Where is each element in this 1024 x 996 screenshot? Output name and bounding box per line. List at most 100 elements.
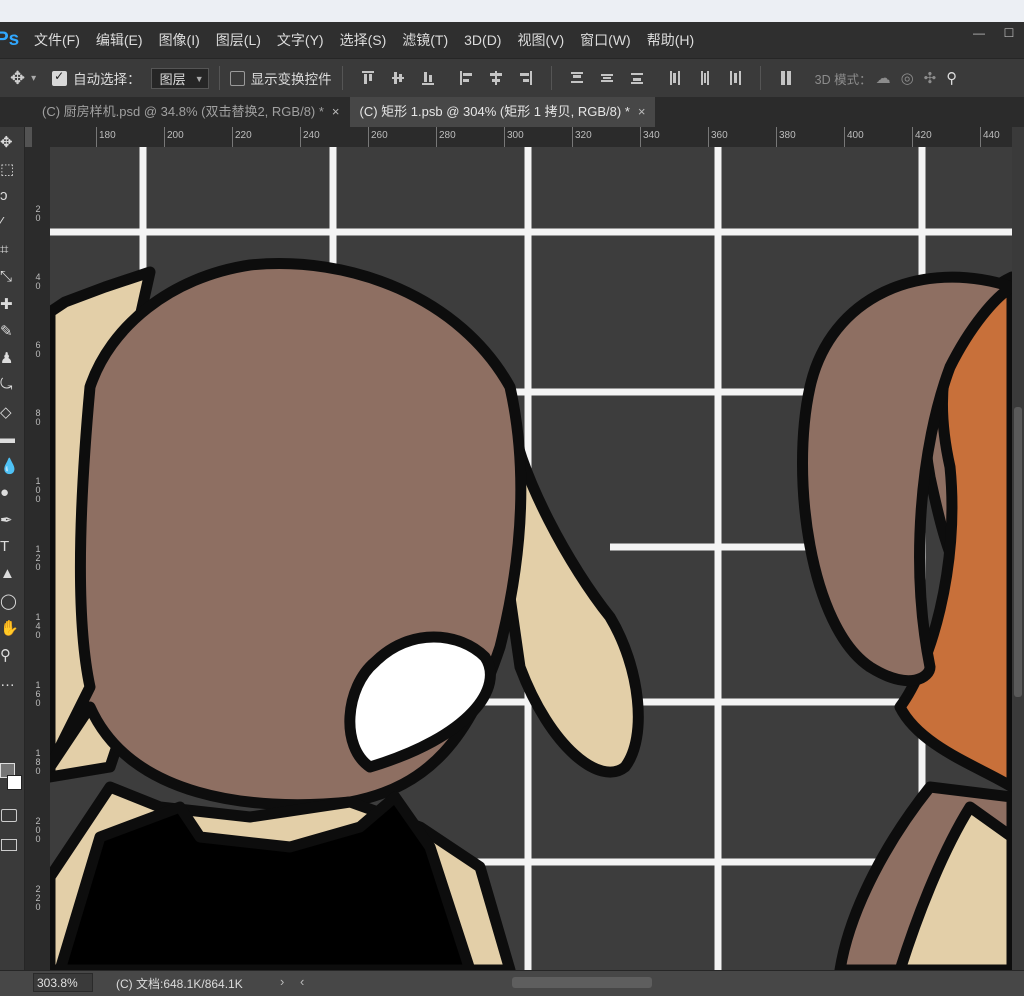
auto-select-target-value: 图层	[159, 71, 186, 87]
ruler-tick-label: 2 0	[35, 204, 41, 223]
photoshop-logo: Ps	[0, 29, 20, 50]
3d-pan-icon[interactable]: ✣	[924, 69, 937, 87]
marquee-tool[interactable]: ⬚	[0, 160, 24, 182]
menu-filter[interactable]: 滤镜(T)	[394, 30, 456, 50]
align-right-icon[interactable]	[519, 70, 533, 86]
ruler-tick-label: 220	[235, 130, 252, 141]
ruler-tick-label: 180	[99, 130, 116, 141]
more-tools[interactable]: …	[0, 673, 24, 695]
tool-preset-chevron-icon[interactable]: ▾	[31, 73, 36, 84]
tab-kitchen-mockup[interactable]: (C) 厨房样机.psd @ 34.8% (双击替换2, RGB/8) * ×	[32, 97, 350, 127]
screen-mode-icon[interactable]	[1, 839, 17, 851]
ruler-tick-label: 400	[847, 130, 864, 141]
ruler-tick-label: 240	[303, 130, 320, 141]
ruler-tick-label: 380	[779, 130, 796, 141]
menu-image[interactable]: 图像(I)	[151, 30, 208, 50]
right-character	[797, 271, 1012, 970]
menu-type[interactable]: 文字(Y)	[269, 30, 332, 50]
ruler-tick	[640, 127, 641, 147]
align-left-icon[interactable]	[459, 70, 473, 86]
lasso-tool[interactable]: ↄ	[0, 187, 24, 209]
path-select-tool[interactable]: ▲	[0, 565, 24, 587]
brush-tool[interactable]: ✎	[0, 322, 24, 344]
document-canvas[interactable]	[50, 147, 1012, 970]
ellipse-tool[interactable]: ◯	[0, 592, 24, 614]
distribute-hcenter-icon[interactable]	[698, 70, 712, 86]
ruler-tick	[232, 127, 233, 147]
ruler-tick	[368, 127, 369, 147]
toolbar-grip	[0, 97, 32, 127]
distribute-top-icon[interactable]	[570, 70, 584, 86]
auto-align-icon[interactable]	[779, 70, 793, 86]
tools-panel: ✥ ⬚ ↄ ⁄ ⌗ ⤡ ✚ ✎ ♟ ⤿ ◇ ▬ 💧 ● ✒ T ▲ ◯ ✋ ⚲ …	[0, 127, 25, 970]
search-icon[interactable]: ⚲	[946, 69, 957, 87]
type-tool[interactable]: T	[0, 538, 24, 560]
menu-file[interactable]: 文件(F)	[26, 30, 88, 50]
zoom-level-field[interactable]: 303.8%	[33, 973, 93, 992]
hand-tool[interactable]: ✋	[0, 619, 24, 641]
crop-tool[interactable]: ⌗	[0, 241, 24, 263]
3d-mode-label: 3D 模式：	[814, 72, 872, 87]
document-size-info[interactable]: (C) 文档:648.1K/864.1K	[116, 975, 243, 992]
chevron-right-icon[interactable]: ›	[280, 974, 284, 989]
show-transform-checkbox[interactable]	[229, 70, 245, 86]
gradient-tool[interactable]: ▬	[0, 430, 24, 452]
ruler-tick-label: 6 0	[35, 340, 41, 359]
menu-layer[interactable]: 图层(L)	[208, 30, 269, 50]
stamp-tool[interactable]: ♟	[0, 349, 24, 371]
dodge-tool[interactable]: ●	[0, 484, 24, 506]
move-tool-icon[interactable]: ✥	[10, 68, 25, 89]
eyedropper-tool[interactable]: ⤡	[0, 268, 24, 290]
history-brush-tool[interactable]: ⤿	[0, 376, 24, 398]
quick-select-tool[interactable]: ⁄	[0, 214, 24, 236]
zoom-tool[interactable]: ⚲	[0, 646, 24, 668]
align-hcenter-icon[interactable]	[489, 70, 503, 86]
ruler-tick	[164, 127, 165, 147]
menu-select[interactable]: 选择(S)	[332, 30, 395, 50]
divider	[218, 66, 220, 90]
align-top-icon[interactable]	[361, 70, 375, 86]
ruler-tick-label: 4 0	[35, 272, 41, 291]
distribute-right-icon[interactable]	[728, 70, 742, 86]
horizontal-scroll-thumb[interactable]	[512, 977, 652, 988]
menu-edit[interactable]: 编辑(E)	[88, 30, 151, 50]
pen-tool[interactable]: ✒	[0, 511, 24, 533]
vertical-ruler: 2 0 4 0 6 0 8 0 1 0 0 1 2 0 1 4 0 1 6 0 1 8 0 2 0…	[25, 147, 50, 970]
blur-tool[interactable]: 💧	[0, 457, 24, 479]
options-bar: ✥ ▾ 自动选择： 图层 ▼ 显示变换控件 3D 模式： ☁ ◎ ✣ ⚲	[0, 58, 1024, 97]
align-bottom-icon[interactable]	[421, 70, 435, 86]
distribute-left-icon[interactable]	[668, 70, 682, 86]
auto-select-target-dropdown[interactable]: 图层 ▼	[150, 67, 209, 89]
close-icon[interactable]: ×	[638, 104, 646, 119]
ruler-tick	[572, 127, 573, 147]
healing-brush-tool[interactable]: ✚	[0, 295, 24, 317]
ruler-tick-label: 280	[439, 130, 456, 141]
title-strip	[0, 0, 1024, 22]
auto-select-label: 自动选择：	[73, 72, 141, 87]
window-controls: — ☐	[964, 22, 1024, 46]
3d-roll-icon[interactable]: ◎	[901, 69, 914, 87]
tab-rectangle-1[interactable]: (C) 矩形 1.psb @ 304% (矩形 1 拷贝, RGB/8) * ×	[349, 97, 656, 127]
menu-view[interactable]: 视图(V)	[509, 30, 572, 50]
menu-help[interactable]: 帮助(H)	[639, 30, 702, 50]
ruler-tick-label: 320	[575, 130, 592, 141]
distribute-vcenter-icon[interactable]	[600, 70, 614, 86]
eraser-tool[interactable]: ◇	[0, 403, 24, 425]
menu-window[interactable]: 窗口(W)	[572, 30, 639, 50]
ruler-tick	[844, 127, 845, 147]
move-tool[interactable]: ✥	[0, 133, 24, 155]
distribute-bottom-icon[interactable]	[630, 70, 644, 86]
chevron-down-icon: ▼	[194, 73, 204, 84]
align-vcenter-icon[interactable]	[391, 70, 405, 86]
chevron-left-icon[interactable]: ‹	[300, 974, 304, 989]
auto-select-checkbox[interactable]	[52, 69, 68, 86]
vertical-scrollbar[interactable]	[1012, 127, 1024, 970]
3d-orbit-icon[interactable]: ☁	[876, 69, 891, 87]
maximize-button[interactable]: ☐	[994, 22, 1024, 46]
background-color-swatch[interactable]	[7, 775, 22, 790]
quick-mask-icon[interactable]	[1, 809, 17, 822]
scroll-thumb[interactable]	[1014, 407, 1022, 697]
minimize-button[interactable]: —	[964, 22, 994, 46]
close-icon[interactable]: ×	[332, 104, 340, 119]
menu-3d[interactable]: 3D(D)	[456, 32, 509, 48]
